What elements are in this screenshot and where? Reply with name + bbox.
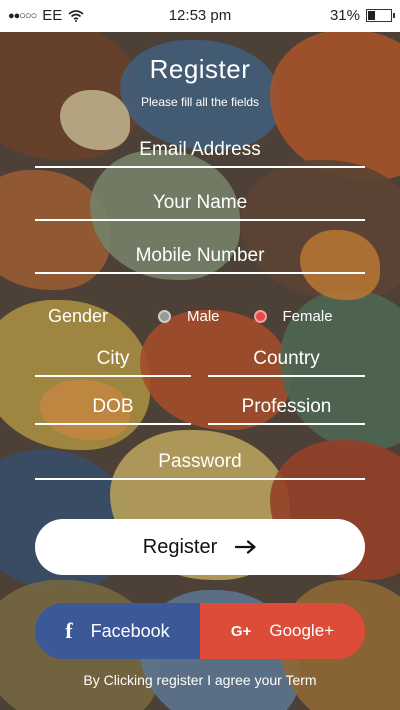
status-bar: ●●○○○ EE 12:53 pm 31%	[0, 0, 400, 32]
gender-label: Gender	[48, 305, 109, 326]
email-field[interactable]: Email Address	[35, 134, 365, 168]
register-button-label: Register	[142, 535, 218, 558]
male-option-label[interactable]: Male	[187, 308, 220, 325]
google-label: Google+	[269, 621, 335, 640]
name-field[interactable]: Your Name	[35, 187, 365, 221]
profession-field[interactable]: Profession	[208, 391, 365, 425]
mobile-field[interactable]: Mobile Number	[35, 240, 365, 274]
register-form: Register Please fill all the fields Emai…	[0, 32, 400, 710]
female-option-label[interactable]: Female	[283, 308, 333, 325]
female-radio[interactable]	[253, 309, 267, 323]
terms-text: By Clicking register I agree your Term	[83, 672, 317, 688]
google-plus-icon: G+	[230, 622, 252, 640]
dob-field[interactable]: DOB	[35, 391, 191, 425]
page-subtitle: Please fill all the fields	[140, 95, 260, 109]
arrow-right-icon	[235, 540, 256, 554]
register-button[interactable]: Register	[35, 519, 365, 575]
facebook-label: Facebook	[90, 620, 170, 641]
facebook-button[interactable]: f Facebook	[35, 603, 200, 659]
password-field[interactable]: Password	[35, 446, 365, 480]
battery-percent: 31%	[329, 7, 360, 24]
social-login: f Facebook G+ Google+	[35, 603, 365, 659]
male-radio[interactable]	[158, 309, 171, 323]
gender-row: Gender Male Female	[48, 302, 352, 330]
city-field[interactable]: City	[35, 343, 191, 377]
google-plus-button[interactable]: G+ Google+	[200, 603, 365, 659]
page-title: Register	[149, 54, 251, 84]
country-field[interactable]: Country	[208, 343, 365, 377]
battery-icon	[366, 9, 395, 22]
register-screen: ●●○○○ EE 12:53 pm 31% Register Please fi…	[0, 0, 400, 710]
facebook-icon: f	[65, 618, 73, 643]
